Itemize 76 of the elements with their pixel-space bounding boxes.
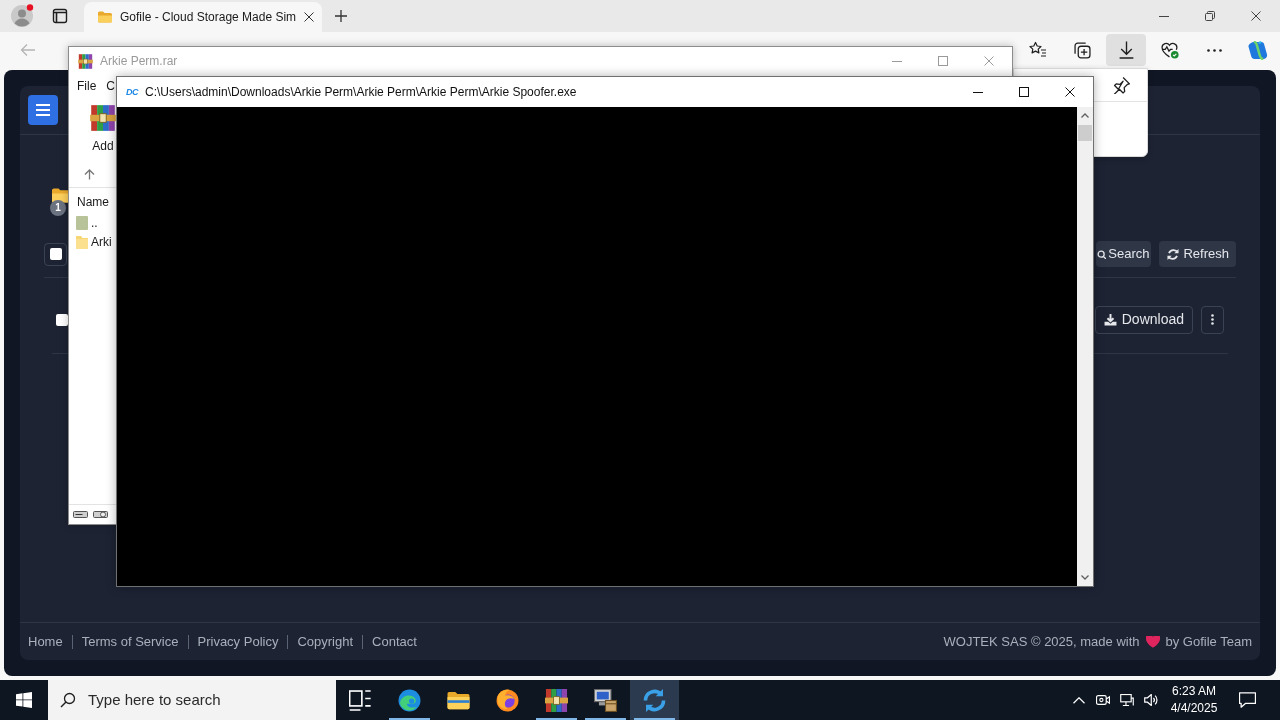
archive-books-icon [545, 688, 568, 712]
plus-icon[interactable] [334, 9, 348, 23]
footer-link[interactable]: Terms of Service [81, 631, 179, 652]
swirl-logo-icon [398, 688, 421, 712]
search-input[interactable]: Type here to search [88, 688, 318, 712]
search-button[interactable]: Search [1096, 241, 1152, 267]
row-checkbox[interactable] [56, 313, 68, 326]
restore-icon[interactable] [1205, 11, 1215, 21]
clock-date[interactable]: 4/4/2025 [1170, 700, 1218, 717]
window-title: C:\Users\admin\Downloads\Arkie Perm\Arkie Perm\Arkie Perm\Arkie Spoofer.exe [145, 84, 577, 101]
tab-actions-icon[interactable] [52, 8, 68, 24]
taskbar-search-field[interactable]: Type here to search [48, 680, 336, 720]
credit-text: WOJTEK SAS © 2025, made with [943, 632, 1140, 651]
window-title: Arkie Perm.rar [100, 53, 178, 70]
heart-pulse-icon [1161, 41, 1179, 59]
app-logo: DC [126, 87, 138, 97]
profile-avatar-icon[interactable] [10, 4, 34, 28]
archive-books-icon [90, 103, 116, 133]
squares-plus-icon [1073, 41, 1091, 59]
taskbar-app-button[interactable] [630, 680, 679, 720]
menu-icon [35, 104, 51, 116]
pin-icon[interactable] [1113, 76, 1130, 94]
gradient-logo-icon [1248, 40, 1268, 60]
search-icon [60, 692, 76, 708]
notification-icon[interactable] [1238, 692, 1256, 708]
volume-icon[interactable] [1144, 694, 1158, 706]
count-badge: 1 [50, 200, 66, 216]
drive-icon [73, 511, 88, 518]
star-list-icon [1028, 40, 1048, 60]
flame-globe-icon [496, 688, 519, 712]
disc-drive-icon [93, 511, 108, 518]
camera-icon[interactable] [1096, 694, 1110, 706]
scrollbar-thumb[interactable] [1078, 125, 1092, 141]
parent-folder-icon [76, 215, 88, 230]
close-icon[interactable] [304, 12, 314, 22]
menu-button[interactable] [28, 95, 58, 125]
more-vertical-icon [1211, 314, 1214, 325]
more-icon [1206, 48, 1222, 52]
search-icon [1097, 249, 1107, 259]
computer-setup-icon [594, 688, 617, 712]
download-icon [1103, 313, 1117, 326]
circular-arrows-icon [643, 688, 666, 712]
footer-link[interactable]: Home [28, 631, 63, 652]
scrollbar[interactable] [1077, 107, 1093, 586]
network-icon[interactable] [1120, 694, 1134, 706]
download-button[interactable]: Download [1094, 305, 1193, 334]
footer-link[interactable]: Copyright [297, 631, 354, 652]
footer-link[interactable]: Contact [372, 631, 417, 652]
credit-text: by Gofile Team [1165, 632, 1252, 651]
menu-item[interactable]: C [106, 77, 115, 95]
maximize-icon[interactable] [1019, 87, 1029, 97]
task-view-icon [349, 688, 372, 712]
up-arrow-icon[interactable] [84, 168, 95, 180]
menu-item[interactable]: File [77, 77, 97, 95]
refresh-button[interactable]: Refresh [1159, 241, 1236, 267]
close-icon[interactable] [1251, 11, 1261, 21]
file-name[interactable]: .. [91, 213, 98, 232]
folder-icon [76, 234, 88, 249]
folder-icon [98, 11, 112, 23]
footer-link[interactable]: Privacy Policy [197, 631, 279, 652]
window-panes-icon [16, 692, 32, 708]
file-name[interactable]: Arki [91, 232, 112, 251]
browser-tab[interactable]: Gofile - Cloud Storage Made Sim [84, 2, 322, 32]
clock-time[interactable]: 6:23 AM [1172, 683, 1216, 700]
select-all-checkbox[interactable] [44, 242, 67, 266]
close-icon[interactable] [1065, 87, 1075, 97]
add-tool-button[interactable]: Add [90, 103, 116, 155]
refresh-icon [1167, 248, 1180, 260]
more-button[interactable] [1201, 305, 1224, 334]
downloads-button[interactable] [1106, 34, 1146, 66]
download-icon [1118, 41, 1134, 59]
tab-title: Gofile - Cloud Storage Made Sim [120, 9, 297, 26]
archive-books-icon [78, 52, 93, 70]
heart-icon [1145, 635, 1160, 648]
chevron-up-icon[interactable] [1073, 696, 1085, 704]
column-header[interactable]: Name [77, 193, 109, 211]
